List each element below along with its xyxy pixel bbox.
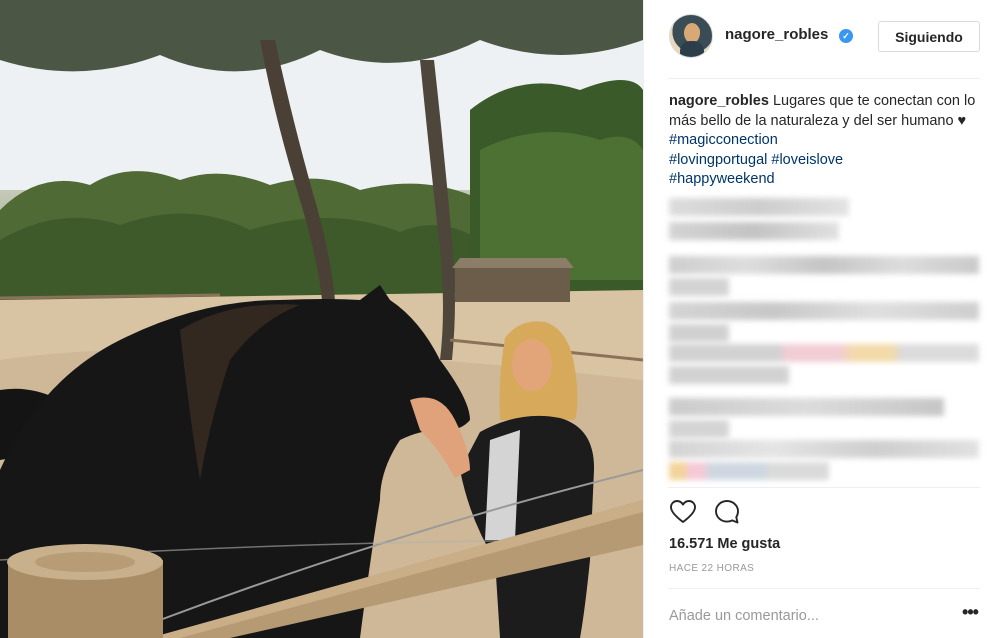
comment-blur bbox=[669, 302, 979, 320]
blurred-comments bbox=[669, 192, 989, 484]
comment-blur bbox=[669, 324, 729, 342]
hashtag-link[interactable]: #loveislove bbox=[771, 152, 843, 168]
comment-blur bbox=[669, 198, 849, 216]
likes-count[interactable]: 16.571 Me gusta bbox=[669, 536, 780, 552]
username-link[interactable]: nagore_robles bbox=[725, 26, 828, 43]
heart-outline-icon[interactable] bbox=[669, 498, 697, 526]
hashtag-link[interactable]: #magicconection bbox=[669, 132, 778, 148]
header-divider bbox=[668, 78, 980, 79]
comment-blur bbox=[669, 344, 979, 362]
avatar-body bbox=[680, 41, 704, 57]
comment-blur bbox=[669, 278, 729, 296]
comment-blur bbox=[669, 440, 979, 458]
comment-blur bbox=[669, 366, 789, 384]
ellipsis-icon[interactable]: ••• bbox=[960, 603, 980, 624]
comment-blur bbox=[669, 462, 829, 480]
comment-box-divider bbox=[668, 588, 980, 589]
comment-blur bbox=[669, 398, 944, 416]
comment-blur bbox=[669, 420, 729, 438]
comment-blur bbox=[669, 222, 839, 240]
avatar[interactable] bbox=[669, 14, 713, 58]
action-bar bbox=[669, 498, 769, 528]
caption-username[interactable]: nagore_robles bbox=[669, 93, 769, 109]
following-button[interactable]: Siguiendo bbox=[878, 21, 980, 52]
verified-badge-icon: ✓ bbox=[839, 29, 853, 43]
post-timestamp[interactable]: HACE 22 HORAS bbox=[669, 563, 754, 574]
hashtag-link[interactable]: #lovingportugal bbox=[669, 152, 767, 168]
post-details-panel: nagore_robles ✓ Siguiendo nagore_robles … bbox=[643, 0, 1000, 638]
comments-divider bbox=[668, 487, 980, 488]
add-comment-input[interactable] bbox=[669, 605, 939, 627]
post-photo bbox=[0, 0, 643, 638]
photo-scene bbox=[0, 0, 643, 638]
comment-blur bbox=[669, 256, 979, 274]
post-caption: nagore_robles Lugares que te conectan co… bbox=[669, 92, 989, 190]
speech-bubble-icon[interactable] bbox=[713, 498, 741, 526]
avatar-face bbox=[684, 23, 700, 43]
hashtag-link[interactable]: #happyweekend bbox=[669, 171, 775, 187]
post-header: nagore_robles ✓ Siguiendo bbox=[644, 0, 1000, 78]
